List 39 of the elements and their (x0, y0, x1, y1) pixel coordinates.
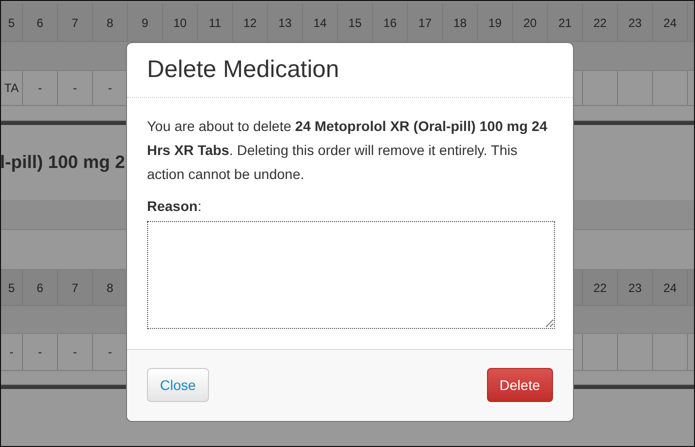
grid-cell: - (23, 71, 58, 105)
grid-cell: 6 (23, 4, 58, 41)
grid-cell: - (58, 334, 93, 370)
grid-cell: 23 (618, 4, 653, 41)
grid-cell: 14 (303, 4, 338, 41)
grid-cell: 12 (233, 4, 268, 41)
grid-cell: 24 (653, 4, 688, 41)
order-heading: l-pill) 100 mg 2 (1, 152, 126, 173)
grid-cell: 7 (58, 270, 93, 305)
grid-cell: 17 (408, 4, 443, 41)
dialog-title: Delete Medication (147, 56, 340, 84)
grid-cell: 22 (583, 270, 618, 305)
grid-cell: TA (1, 71, 23, 105)
grid-cell: 16 (373, 4, 408, 41)
grid-cell: 13 (268, 4, 303, 41)
grid-cell: - (23, 334, 58, 370)
grid-cell: 21 (548, 4, 583, 41)
reason-field[interactable] (147, 220, 555, 329)
grid-cell: 19 (478, 4, 513, 41)
grid-cell: 22 (583, 4, 618, 41)
delete-button[interactable]: Delete (486, 368, 553, 402)
grid-cell: 10 (163, 4, 198, 41)
grid-cell: 23 (618, 270, 653, 305)
grid-cell: 5 (1, 4, 23, 41)
grid-cell: 11 (198, 4, 233, 41)
dialog-message: You are about to delete 24 Metoprolol XR (Oral-pill) 100 mg 24 Hrs XR Tabs. Deleting this order will remove it entirely. This action cannot be undone. (147, 116, 548, 184)
grid-cell: 24 (653, 270, 688, 305)
grid-cell: - (58, 71, 93, 105)
close-button[interactable]: Close (147, 368, 209, 402)
grid-cell: 8 (93, 4, 128, 41)
grid-cell: - (1, 334, 23, 370)
grid-cell: 20 (513, 4, 548, 41)
grid-cell: 18 (443, 4, 478, 41)
grid-cell: 5 (1, 270, 23, 305)
grid-cell: 15 (338, 4, 373, 41)
grid-cell: 7 (58, 4, 93, 41)
grid-cell: 6 (23, 270, 58, 305)
reason-label: Reason: (147, 196, 202, 216)
grid-cell: 9 (128, 4, 163, 41)
